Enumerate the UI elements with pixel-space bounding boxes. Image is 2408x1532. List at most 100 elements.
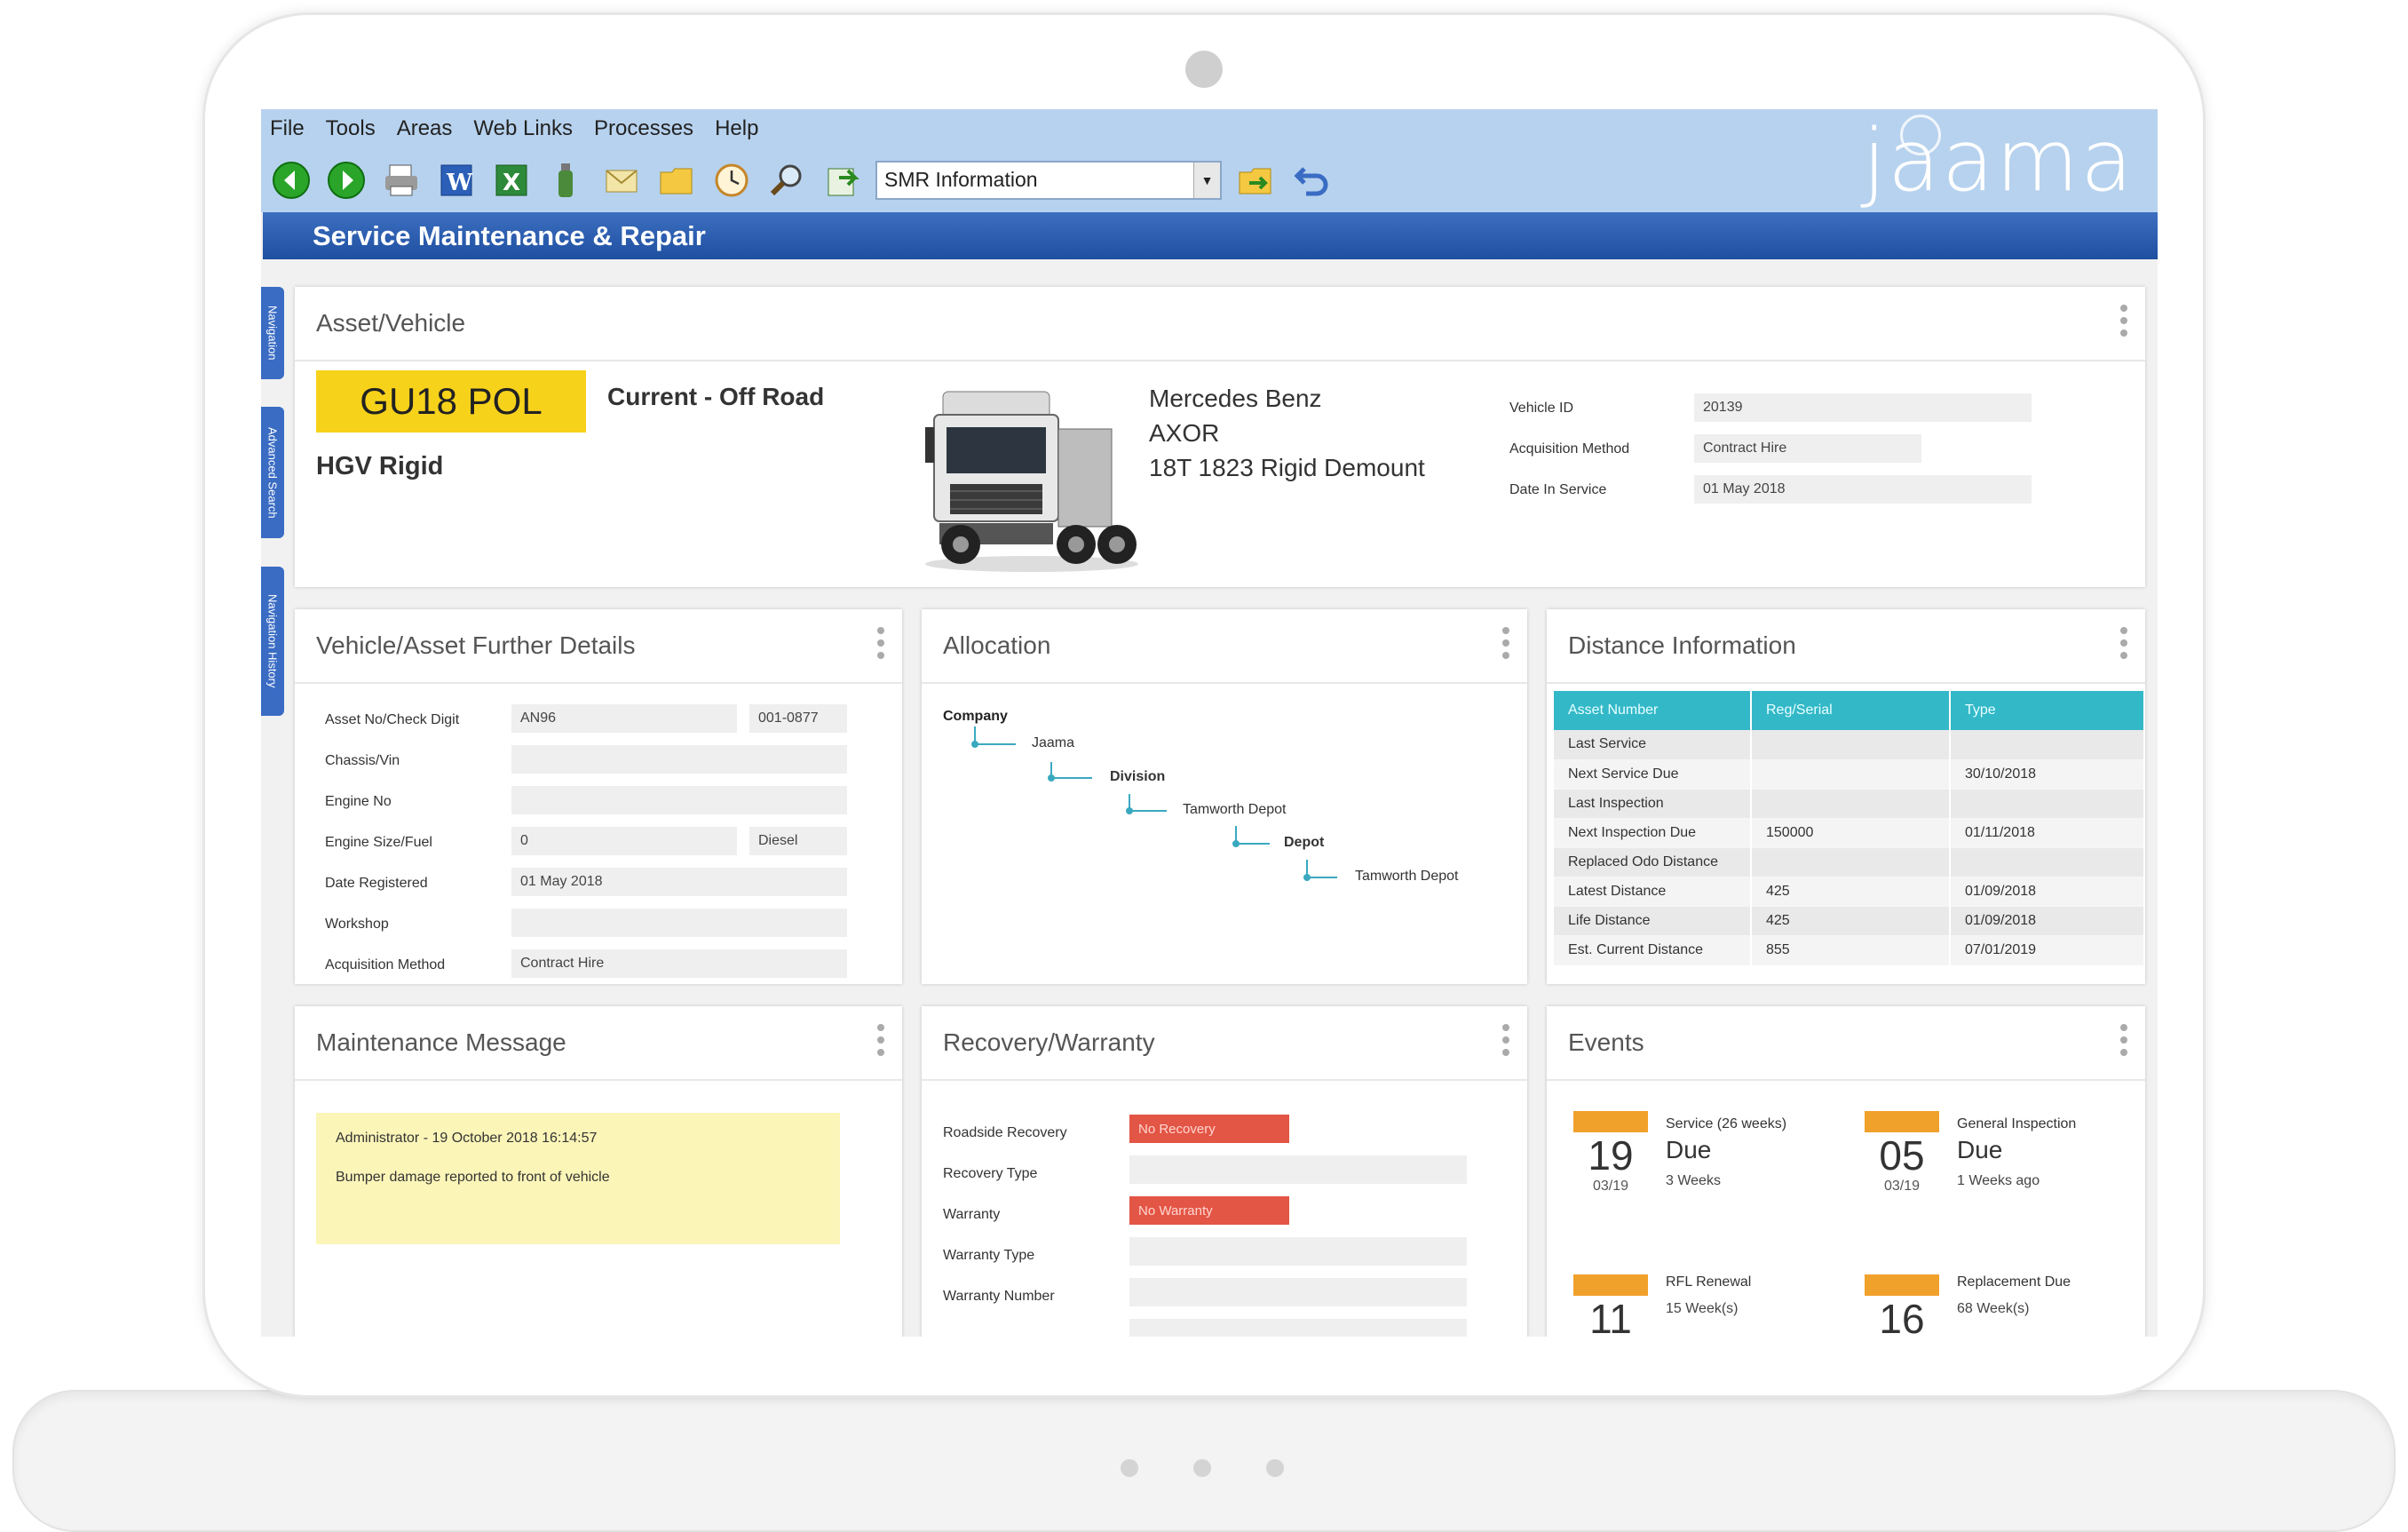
forward-icon[interactable] [325, 159, 368, 202]
kebab-menu-icon[interactable] [2119, 627, 2129, 659]
table-cell [1950, 730, 2145, 760]
event-due: Due [1666, 1136, 1712, 1163]
acquisition-method-field[interactable]: Contract Hire [1694, 434, 1921, 463]
vehicle-id-field[interactable]: 20139 [1694, 393, 2032, 422]
menu-processes[interactable]: Processes [594, 116, 693, 141]
event-month: 03/19 [1592, 1179, 1629, 1194]
warranty-extra-field[interactable] [1129, 1319, 1467, 1337]
event-due: Due [1957, 1136, 2003, 1163]
back-icon[interactable] [270, 159, 313, 202]
table-row[interactable]: Next Service Due 30/10/2018 [1554, 759, 2145, 790]
asset-no-field[interactable]: AN96 [511, 704, 737, 733]
event-day: 16 [1879, 1296, 1925, 1337]
column-header[interactable]: Asset Number [1554, 691, 1752, 730]
chassis-vin-label: Chassis/Vin [325, 753, 400, 768]
search-icon[interactable] [765, 159, 808, 202]
kebab-menu-icon[interactable] [1501, 1024, 1511, 1056]
event-weeks: 1 Weeks ago [1957, 1173, 2040, 1188]
table-row[interactable]: Replaced Odo Distance [1554, 847, 2145, 877]
date-registered-field[interactable]: 01 May 2018 [511, 868, 847, 896]
app-screen: File Tools Areas Web Links Processes Hel… [261, 109, 2158, 1337]
calendar-icon: 05 03/19 [1865, 1111, 1939, 1195]
table-row[interactable]: Est. Current Distance 855 07/01/2019 [1554, 935, 2145, 965]
chevron-down-icon[interactable]: ▼ [1193, 162, 1220, 198]
table-cell: 01/09/2018 [1950, 906, 2145, 936]
table-row[interactable]: Latest Distance 425 01/09/2018 [1554, 877, 2145, 907]
column-header[interactable]: Reg/Serial [1751, 691, 1951, 730]
roadside-recovery-field[interactable]: No Recovery [1129, 1115, 1289, 1143]
tab-navigation[interactable]: Navigation [261, 287, 284, 379]
asset-vehicle-panel: Asset/Vehicle GU18 POL Current - Off Roa… [295, 287, 2145, 587]
date-in-service-label: Date In Service [1509, 482, 1607, 497]
distance-table: Asset Number Reg/Serial Type Last Servic… [1554, 691, 2145, 965]
word-icon[interactable]: W [435, 159, 478, 202]
kebab-menu-icon[interactable] [875, 627, 886, 659]
engine-no-field[interactable] [511, 786, 847, 814]
event-day: 11 [1589, 1296, 1632, 1337]
table-row[interactable]: Next Inspection Due 150000 01/11/2018 [1554, 818, 2145, 848]
acquisition-method-field-2[interactable]: Contract Hire [511, 949, 847, 978]
asset-vehicle-header: Asset/Vehicle [295, 287, 2145, 361]
view-dropdown[interactable]: SMR Information ▼ [875, 160, 1222, 200]
table-row[interactable]: Last Service [1554, 730, 2145, 760]
folder-icon[interactable] [655, 159, 698, 202]
menu-file[interactable]: File [270, 116, 305, 141]
tab-advanced-search[interactable]: Advanced Search [261, 407, 284, 538]
table-cell: Est. Current Distance [1554, 935, 1752, 965]
bottle-icon[interactable] [545, 159, 588, 202]
note-message: Bumper damage reported to front of vehic… [336, 1170, 610, 1185]
table-row[interactable]: Life Distance 425 01/09/2018 [1554, 906, 2145, 936]
menu-areas[interactable]: Areas [397, 116, 453, 141]
envelope-icon[interactable] [600, 159, 643, 202]
undo-icon[interactable] [1289, 159, 1332, 202]
note-author: Administrator - 19 October 2018 16:14:57 [336, 1131, 598, 1146]
check-digit-field[interactable]: 001-0877 [749, 704, 847, 733]
workshop-label: Workshop [325, 917, 389, 932]
fuel-field[interactable]: Diesel [749, 827, 847, 855]
roadside-recovery-label: Roadside Recovery [943, 1125, 1067, 1140]
kebab-menu-icon[interactable] [875, 1024, 886, 1056]
jaama-logo: jaama [1862, 111, 2135, 210]
vehicle-make: Mercedes Benz [1149, 385, 1322, 412]
tab-navigation-history[interactable]: Navigation History [261, 567, 284, 716]
print-icon[interactable] [380, 159, 423, 202]
maintenance-note: Administrator - 19 October 2018 16:14:57… [316, 1113, 840, 1244]
recovery-warranty-panel: Recovery/Warranty Roadside Recovery No R… [922, 1006, 1527, 1337]
event-day: 19 [1588, 1132, 1634, 1179]
kebab-menu-icon[interactable] [2119, 305, 2129, 337]
kebab-menu-icon[interactable] [2119, 1024, 2129, 1056]
table-cell: 425 [1751, 877, 1951, 907]
menu-help[interactable]: Help [715, 116, 758, 141]
svg-text:W: W [446, 170, 473, 196]
events-panel: Events 19 03/19 Service (26 weeks) Due 3… [1547, 1006, 2145, 1337]
workshop-field[interactable] [511, 909, 847, 937]
warranty-type-field[interactable] [1129, 1237, 1467, 1266]
date-registered-label: Date Registered [325, 876, 428, 891]
division-node[interactable]: Tamworth Depot [1183, 802, 1287, 818]
column-header[interactable]: Type [1950, 691, 2145, 730]
depot-node[interactable]: Tamworth Depot [1355, 869, 1459, 885]
page-title: Service Maintenance & Repair [263, 212, 2158, 259]
further-details-header: Vehicle/Asset Further Details [295, 609, 902, 684]
engine-size-field[interactable]: 0 [511, 827, 737, 855]
go-icon[interactable] [1234, 159, 1277, 202]
engine-no-label: Engine No [325, 794, 392, 809]
table-row[interactable]: Last Inspection [1554, 789, 2145, 819]
refresh-icon[interactable] [820, 159, 863, 202]
warranty-field[interactable]: No Warranty [1129, 1196, 1289, 1225]
date-in-service-field[interactable]: 01 May 2018 [1694, 475, 2032, 504]
recovery-warranty-header: Recovery/Warranty [922, 1006, 1527, 1081]
vehicle-id-label: Vehicle ID [1509, 401, 1574, 416]
recovery-type-label: Recovery Type [943, 1166, 1038, 1181]
view-dropdown-value: SMR Information [884, 168, 1038, 191]
maintenance-message-title: Maintenance Message [316, 1028, 566, 1056]
menu-tools[interactable]: Tools [326, 116, 376, 141]
clock-icon[interactable] [710, 159, 753, 202]
warranty-number-field[interactable] [1129, 1278, 1467, 1306]
menu-web-links[interactable]: Web Links [473, 116, 573, 141]
recovery-type-field[interactable] [1129, 1155, 1467, 1184]
excel-icon[interactable]: X [490, 159, 533, 202]
allocation-panel: Allocation Company Jaama Division Tamwor… [922, 609, 1527, 984]
chassis-vin-field[interactable] [511, 745, 847, 774]
company-node[interactable]: Jaama [1032, 735, 1074, 751]
